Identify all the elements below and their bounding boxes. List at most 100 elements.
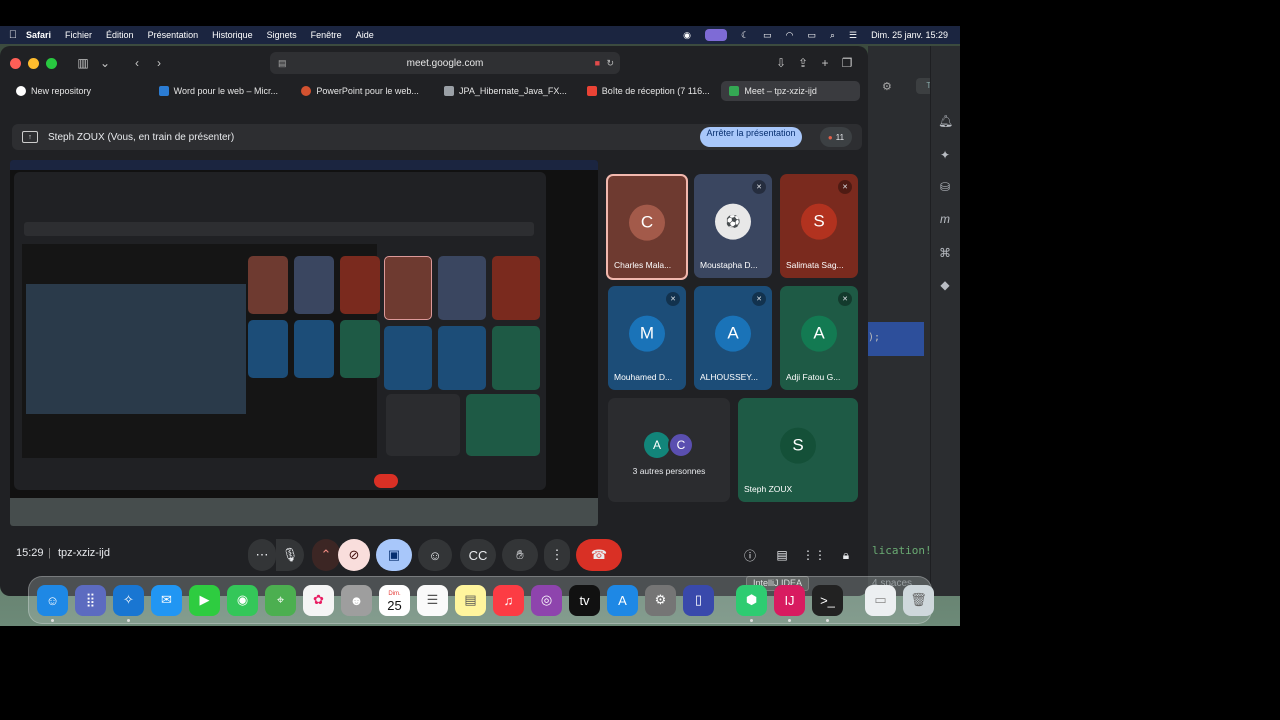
reminders-icon[interactable]: ☰ (417, 584, 448, 616)
present-button[interactable]: ▣ (376, 539, 412, 571)
zoom-window-button[interactable] (46, 57, 57, 69)
menu-item-aide[interactable]: Aide (356, 30, 374, 40)
intellij-icon[interactable]: IJ (774, 584, 805, 622)
tab-word[interactable]: Word pour le web – Micr... (151, 81, 290, 101)
menu-clock[interactable]: Dim. 25 janv. 15:29 (871, 30, 948, 40)
others-tile[interactable]: A C 3 autres personnes (608, 398, 730, 502)
maven-icon[interactable]: m (938, 212, 952, 226)
nested-tile (384, 326, 432, 390)
nested-participant-tiles (384, 256, 540, 390)
nested-tile (384, 256, 432, 320)
back-icon[interactable]: ‹ (126, 53, 148, 73)
menu-item-historique[interactable]: Historique (212, 30, 253, 40)
mail-icon[interactable]: ✉ (151, 584, 182, 616)
participant-tile-1[interactable]: C Charles Mala... (606, 174, 688, 280)
notes-icon[interactable]: ▤ (455, 584, 486, 616)
photos-icon[interactable]: ✿ (303, 584, 334, 616)
address-bar[interactable]: ▤ meet.google.com ■ ↻ (270, 52, 620, 74)
info-icon[interactable]: ⓘ (740, 545, 760, 565)
camera-in-use-icon[interactable]: ■ (595, 58, 600, 68)
stop-presenting-button[interactable]: Arrêter la présentation (700, 127, 802, 147)
moon-icon[interactable]: ☾ (741, 30, 749, 41)
participant-tile-6[interactable]: ✕ A Adji Fatou G... (780, 286, 858, 390)
video-options-button[interactable]: ⌃ (312, 539, 340, 571)
menu-item-fenetre[interactable]: Fenêtre (311, 30, 342, 40)
participant-tile-4[interactable]: ✕ M Mouhamed D... (608, 286, 686, 390)
more-options-button[interactable]: ⋮ (544, 539, 570, 571)
python-icon[interactable]: ⌘ (938, 246, 952, 260)
more-audio-options-button[interactable]: ⋯ (248, 539, 276, 571)
tab-jpa-hibernate[interactable]: JPA_Hibernate_Java_FX... (436, 81, 575, 101)
maps-icon[interactable]: ⌖ (265, 584, 296, 616)
chat-icon[interactable]: ▤ (772, 545, 792, 565)
sidebar-toggle-icon[interactable]: ▥ (72, 53, 94, 73)
participant-tile-5[interactable]: ✕ A ALHOUSSEY... (694, 286, 772, 390)
settings-icon[interactable]: ⚙ (882, 80, 892, 93)
chatgpt-icon[interactable]: ⬢ (736, 584, 767, 622)
wifi-icon[interactable]: ◠ (786, 30, 794, 41)
ai-assistant-icon[interactable]: ✦ (938, 148, 952, 162)
database-icon[interactable]: ⛁ (938, 180, 952, 194)
safari-icon[interactable]: ✧ (113, 584, 144, 622)
minimize-window-button[interactable] (28, 57, 39, 69)
reload-icon[interactable]: ↻ (606, 58, 614, 69)
apple-icon[interactable]:  (0, 29, 26, 41)
contacts-icon[interactable]: ☻ (341, 584, 372, 616)
plugin-icon[interactable]: ◆ (938, 278, 952, 292)
tab-powerpoint[interactable]: PowerPoint pour le web... (293, 81, 432, 101)
finder-icon[interactable]: ☺ (37, 584, 68, 622)
mic-button[interactable]: 🎙︎ (276, 539, 304, 571)
record-icon[interactable]: ◉ (683, 30, 691, 41)
display-icon[interactable]: ▭ (763, 30, 772, 41)
emoji-button[interactable]: ☺ (418, 539, 452, 571)
leave-call-button[interactable]: ☎︎ (576, 539, 622, 571)
terminal-icon[interactable]: >_ (812, 584, 843, 622)
tab-meet[interactable]: Meet – tpz-xziz-ijd (721, 81, 861, 101)
menu-item-presentation[interactable]: Présentation (148, 30, 199, 40)
iphone-mirroring-icon[interactable]: ▯ (683, 584, 714, 616)
raise-hand-button[interactable]: ✋︎ (502, 539, 538, 571)
menu-item-signets[interactable]: Signets (267, 30, 297, 40)
nested-controls (204, 474, 398, 488)
downloads-icon[interactable]: ⇩ (770, 53, 792, 73)
people-count-badge[interactable]: ● 11 (820, 127, 852, 147)
activities-icon[interactable]: ⋮⋮ (802, 545, 826, 565)
self-tile[interactable]: S Steph ZOUX (738, 398, 858, 502)
podcasts-icon[interactable]: ◎ (531, 584, 562, 616)
facetime-icon[interactable]: ▶ (189, 584, 220, 616)
participant-tile-3[interactable]: ✕ S Salimata Sag... (780, 174, 858, 278)
appletv-icon[interactable]: tv (569, 584, 600, 616)
forward-icon[interactable]: › (148, 53, 170, 73)
menu-item-edition[interactable]: Édition (106, 30, 134, 40)
meeting-time: 15:29 (16, 547, 44, 559)
tab-gmail[interactable]: Boîte de réception (7 116... (579, 81, 718, 101)
menu-app-name[interactable]: Safari (26, 30, 51, 40)
messages-icon[interactable]: ◉ (227, 584, 258, 616)
calendar-icon[interactable]: Dim. 25 (379, 584, 410, 616)
meeting-code[interactable]: tpz-xziz-ijd (58, 547, 110, 559)
document-stack-icon[interactable]: ▭ (865, 584, 896, 616)
trash-icon[interactable]: 🗑︎ (903, 584, 934, 616)
share-icon[interactable]: ⇪ (792, 53, 814, 73)
control-center-icon[interactable]: ☰ (849, 30, 857, 41)
menu-item-fichier[interactable]: Fichier (65, 30, 92, 40)
close-window-button[interactable] (10, 57, 21, 69)
new-tab-icon[interactable]: + (814, 53, 836, 73)
search-icon[interactable]: ⌕ (830, 30, 835, 41)
chevron-down-icon[interactable]: ⌄ (94, 53, 116, 73)
page-settings-icon[interactable]: ▤ (278, 58, 287, 69)
screen-share-status-icon[interactable] (705, 29, 728, 41)
captions-button[interactable]: CC (460, 539, 496, 571)
participant-tile-2[interactable]: ✕ ⚽ Moustapha D... (694, 174, 772, 278)
appstore-icon[interactable]: A (607, 584, 638, 616)
music-icon[interactable]: ♫ (493, 584, 524, 616)
presenting-banner: ↑ Steph ZOUX (Vous, en train de présente… (12, 124, 862, 150)
camera-off-button[interactable]: ⊘ (338, 539, 370, 571)
battery-icon[interactable]: ▭ (807, 30, 816, 41)
host-controls-icon[interactable]: 🔒︎ (836, 545, 856, 565)
tab-overview-icon[interactable]: ❐ (836, 53, 858, 73)
notifications-icon[interactable]: 🔔︎ (938, 114, 953, 128)
launchpad-icon[interactable]: ⣿ (75, 584, 106, 616)
system-settings-icon[interactable]: ⚙ (645, 584, 676, 616)
tab-new-repository[interactable]: New repository (8, 81, 147, 101)
